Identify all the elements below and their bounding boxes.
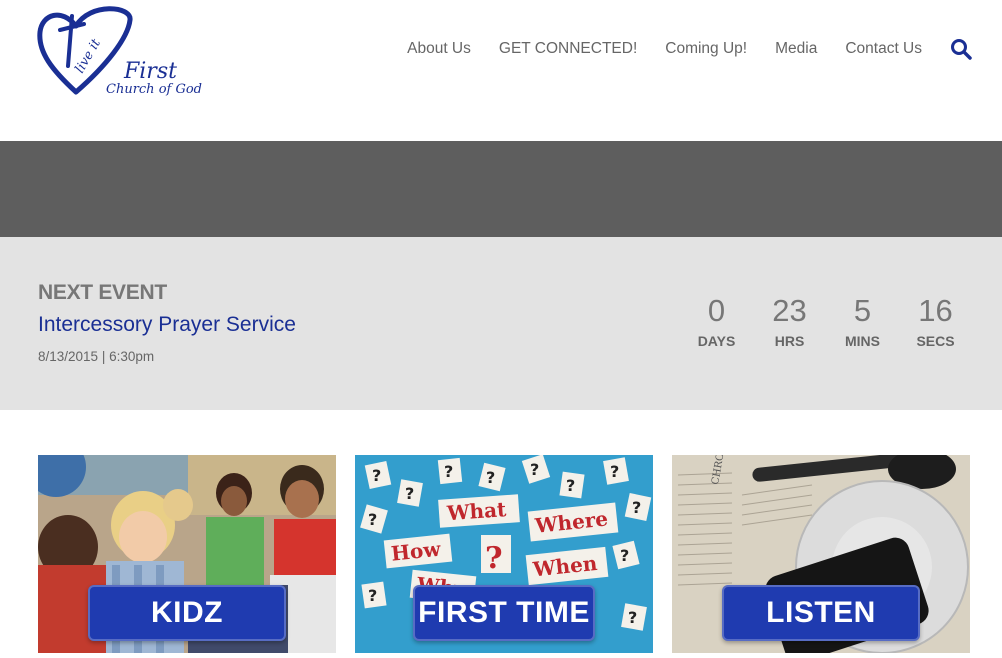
svg-text:?: ? bbox=[632, 498, 641, 517]
heart-logo-icon: live it First Church of God bbox=[37, 6, 202, 97]
search-icon[interactable] bbox=[950, 38, 972, 60]
svg-text:?: ? bbox=[610, 462, 619, 481]
countdown-value: 16 bbox=[918, 293, 953, 328]
countdown-label: DAYS bbox=[697, 333, 736, 349]
countdown-label: SECS bbox=[916, 333, 955, 349]
feature-tiles: KIDZ What Where How ? When ? ? ? ? ? ? ?… bbox=[38, 455, 970, 653]
countdown-label: HRS bbox=[774, 333, 805, 349]
countdown-days: 0 DAYS bbox=[680, 293, 753, 349]
svg-text:?: ? bbox=[405, 484, 414, 503]
event-datetime: 8/13/2015 | 6:30pm bbox=[38, 349, 154, 364]
kidz-tile[interactable]: KIDZ bbox=[38, 455, 336, 653]
countdown-minutes: 5 MINS bbox=[826, 293, 899, 349]
event-date: 8/13/2015 bbox=[38, 349, 99, 364]
svg-text:?: ? bbox=[485, 541, 503, 576]
svg-text:?: ? bbox=[444, 462, 453, 481]
countdown-timer: 0 DAYS 23 HRS 5 MINS 16 SECS bbox=[680, 293, 972, 349]
first-time-button[interactable]: FIRST TIME bbox=[413, 585, 595, 641]
event-title-link[interactable]: Intercessory Prayer Service bbox=[38, 313, 296, 337]
svg-text:Church of God: Church of God bbox=[106, 82, 202, 97]
main-nav: About Us GET CONNECTED! Coming Up! Media… bbox=[379, 38, 972, 60]
church-logo[interactable]: live it First Church of God bbox=[36, 4, 206, 100]
hero-banner bbox=[0, 141, 1002, 237]
kidz-button[interactable]: KIDZ bbox=[88, 585, 286, 641]
svg-text:?: ? bbox=[628, 608, 637, 627]
countdown-value: 23 bbox=[772, 293, 807, 328]
countdown-label: MINS bbox=[845, 333, 880, 349]
site-header: live it First Church of God About Us GET… bbox=[0, 0, 1002, 141]
nav-coming-up[interactable]: Coming Up! bbox=[665, 38, 747, 60]
event-separator: | bbox=[101, 349, 106, 364]
next-event-heading: NEXT EVENT bbox=[38, 281, 167, 304]
event-time: 6:30pm bbox=[109, 349, 155, 364]
svg-text:?: ? bbox=[368, 510, 377, 529]
svg-text:?: ? bbox=[368, 586, 377, 605]
svg-text:?: ? bbox=[530, 460, 539, 479]
svg-text:?: ? bbox=[372, 466, 381, 485]
svg-text:?: ? bbox=[566, 476, 575, 495]
nav-get-connected[interactable]: GET CONNECTED! bbox=[499, 38, 637, 60]
listen-button[interactable]: LISTEN bbox=[722, 585, 920, 641]
countdown-seconds: 16 SECS bbox=[899, 293, 972, 349]
nav-about-us[interactable]: About Us bbox=[407, 38, 471, 60]
svg-text:What: What bbox=[445, 497, 507, 525]
next-event-section: NEXT EVENT Intercessory Prayer Service 8… bbox=[0, 237, 1002, 410]
countdown-value: 0 bbox=[707, 293, 726, 328]
nav-media[interactable]: Media bbox=[775, 38, 817, 60]
countdown-hours: 23 HRS bbox=[753, 293, 826, 349]
nav-contact-us[interactable]: Contact Us bbox=[845, 38, 922, 60]
svg-text:First: First bbox=[123, 59, 177, 84]
svg-text:?: ? bbox=[486, 468, 495, 487]
svg-text:?: ? bbox=[620, 546, 629, 565]
listen-tile[interactable]: CHRON LISTEN bbox=[672, 455, 970, 653]
countdown-value: 5 bbox=[853, 293, 872, 328]
first-time-tile[interactable]: What Where How ? When Why ??? ??? ??? ??… bbox=[355, 455, 653, 653]
